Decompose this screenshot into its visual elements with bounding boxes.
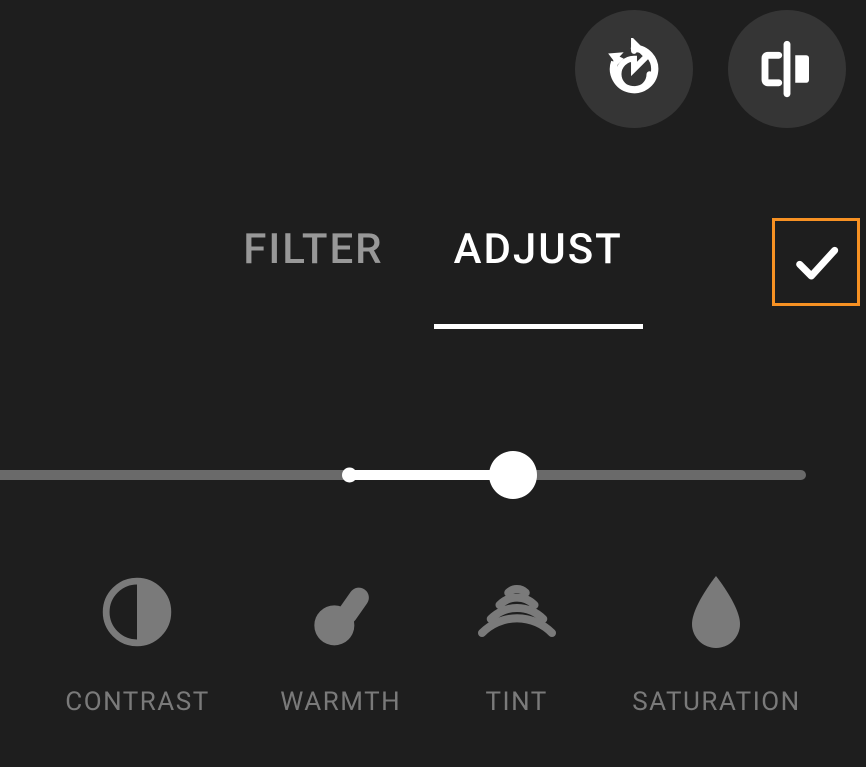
adjust-items-row: CONTRAST WARMTH TINT SATURATION [0, 572, 866, 717]
adjust-slider[interactable] [0, 450, 866, 500]
reset-button[interactable] [575, 10, 693, 128]
checkmark-icon [788, 234, 844, 290]
adjust-item-tint[interactable]: TINT [472, 572, 562, 717]
adjust-label: CONTRAST [65, 687, 209, 717]
slider-handle[interactable] [489, 451, 537, 499]
contrast-icon [100, 572, 174, 652]
compare-icon [754, 36, 820, 102]
adjust-label: WARMTH [280, 687, 401, 717]
slider-fill [350, 470, 505, 480]
compare-button[interactable] [728, 10, 846, 128]
slider-track [0, 470, 345, 480]
tint-icon [472, 572, 562, 652]
adjust-label: SATURATION [632, 687, 801, 717]
tabs-row: FILTER ADJUST [0, 225, 866, 329]
reset-icon [603, 38, 665, 100]
saturation-icon [686, 572, 746, 652]
adjust-item-warmth[interactable]: WARMTH [280, 572, 401, 717]
warmth-icon [301, 572, 381, 652]
adjust-item-saturation[interactable]: SATURATION [632, 572, 801, 717]
adjust-item-contrast[interactable]: CONTRAST [65, 572, 209, 717]
tab-filter[interactable]: FILTER [243, 225, 383, 329]
tab-adjust[interactable]: ADJUST [454, 225, 623, 329]
adjust-label: TINT [486, 687, 548, 717]
confirm-button[interactable] [772, 218, 860, 306]
